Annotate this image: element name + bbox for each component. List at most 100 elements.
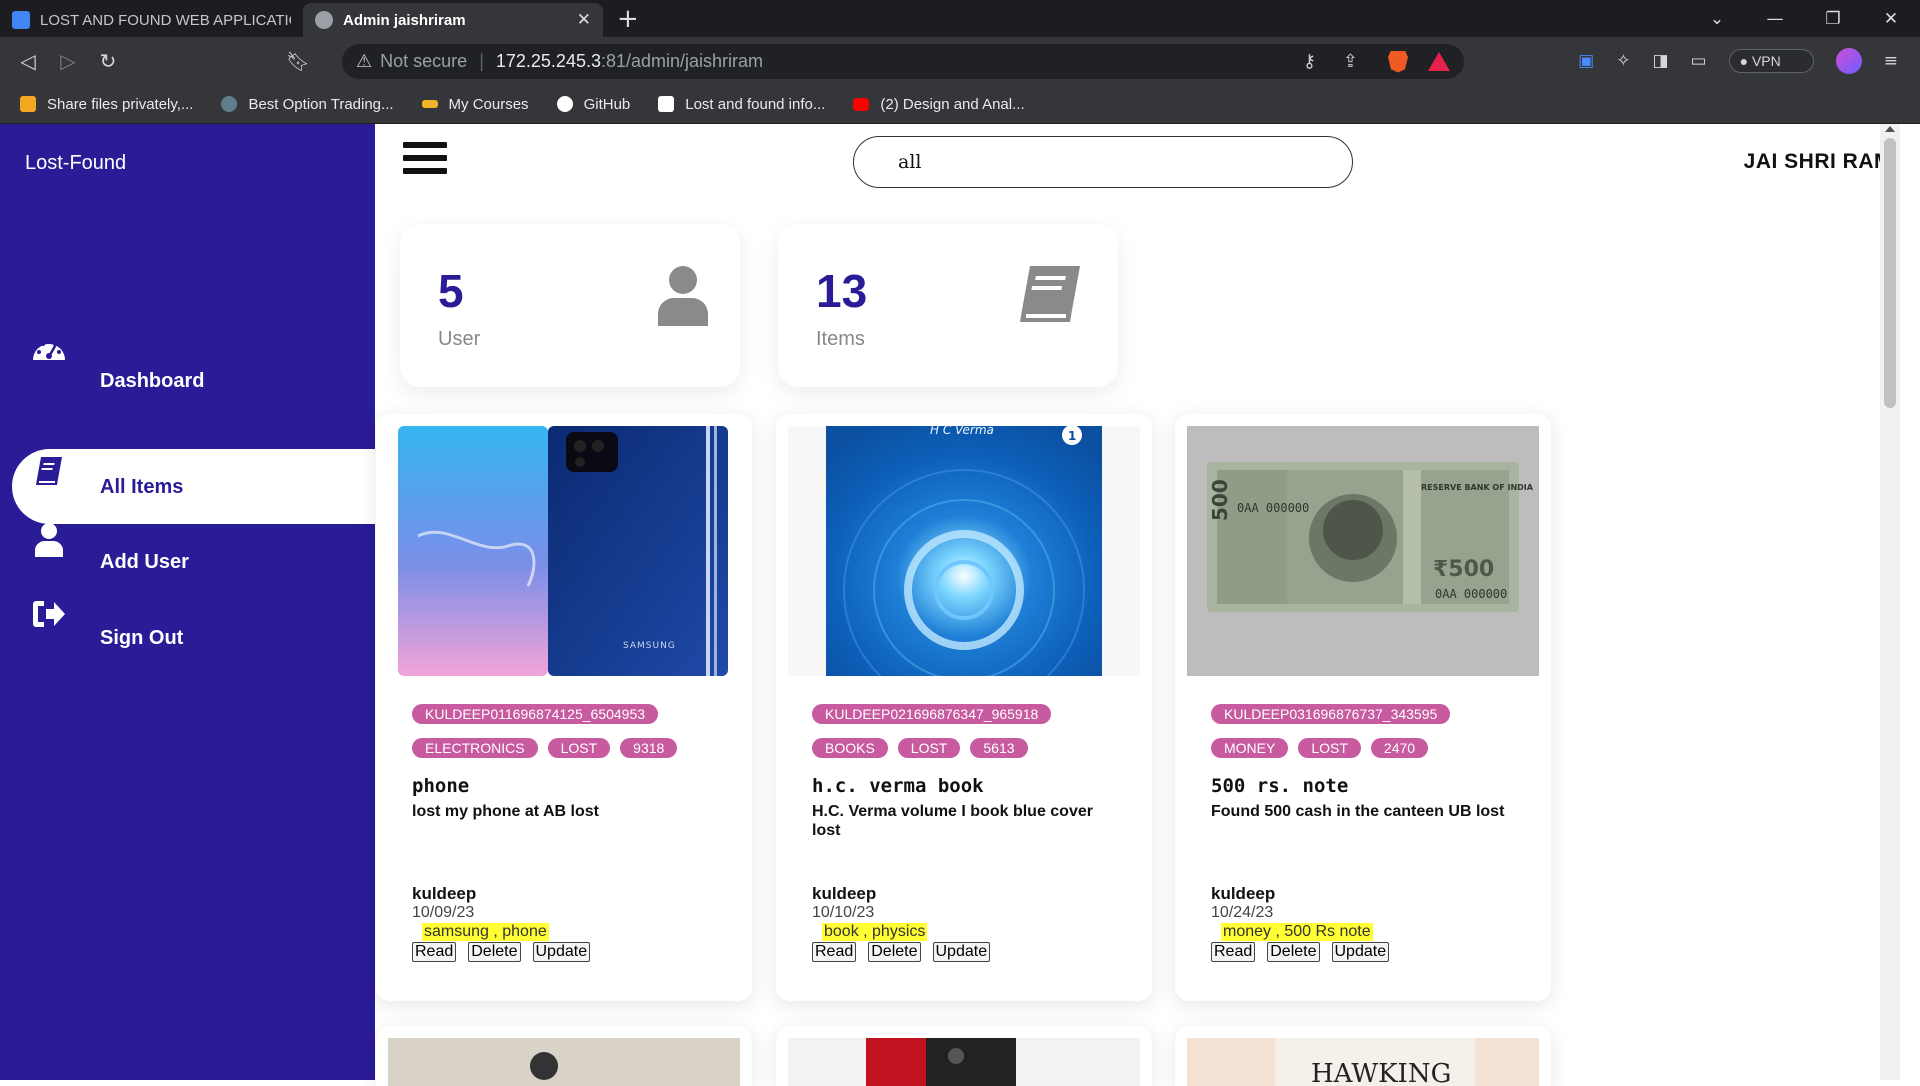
update-button[interactable]: Update <box>1331 942 1390 962</box>
key-icon[interactable]: ⚷ <box>1303 51 1316 72</box>
item-keywords: samsung , phone <box>422 923 549 941</box>
note-value-text: ₹500 <box>1433 557 1494 582</box>
url-path: :81/admin/jaishriram <box>600 51 764 71</box>
item-actions: Read Delete Update <box>412 942 591 962</box>
bookmark-favicon-icon <box>658 96 675 112</box>
bookmark-item[interactable]: GitHub <box>556 96 630 113</box>
extension-icon[interactable]: ▣ <box>1578 51 1594 71</box>
stat-value: 13 <box>816 265 868 317</box>
svg-text:0AA 000000: 0AA 000000 <box>1237 501 1309 515</box>
back-button[interactable]: ◁ <box>8 49 48 73</box>
item-image: SAMSUNG <box>388 426 740 676</box>
book-cover-volume: 1 <box>1068 429 1076 443</box>
brave-rewards-icon[interactable] <box>1428 52 1450 71</box>
item-description: H.C. Verma volume I book blue cover lost <box>812 803 1093 839</box>
sidebar-item-label: Dashboard <box>100 370 205 392</box>
bookmark-favicon-icon <box>221 96 238 112</box>
category-badge: BOOKS <box>812 738 888 758</box>
bookmark-favicon-icon <box>20 96 36 112</box>
warning-icon[interactable]: ⚠ <box>356 51 372 72</box>
bookmark-item[interactable]: (2) Design and Anal... <box>853 96 1025 113</box>
bookmark-icon[interactable]: 🔖︎ <box>286 50 316 73</box>
youtube-icon <box>853 97 870 111</box>
read-button[interactable]: Read <box>812 942 857 962</box>
main-content: JAI SHRI RAM 5 User 13 Items <box>375 124 1900 1086</box>
tab-lost-and-found[interactable]: LOST AND FOUND WEB APPLICATION <box>0 3 303 37</box>
vpn-button[interactable]: ● VPN <box>1728 49 1814 73</box>
minimize-button[interactable]: — <box>1746 9 1804 29</box>
tab-admin[interactable]: Admin jaishriram ✕ <box>303 3 603 37</box>
read-button[interactable]: Read <box>1211 942 1256 962</box>
stat-card-users: 5 User <box>400 224 740 387</box>
delete-button[interactable]: Delete <box>468 942 521 962</box>
scrollbar-thumb[interactable] <box>1884 138 1896 408</box>
item-image: H C Verma 1 <box>788 426 1140 676</box>
svg-text:500: 500 <box>1208 479 1232 521</box>
close-tab-icon[interactable]: ✕ <box>577 10 591 30</box>
tab-title: Admin jaishriram <box>343 11 466 29</box>
status-badge: LOST <box>897 738 961 758</box>
update-button[interactable]: Update <box>932 942 991 962</box>
item-id-badge: KULDEEP011696874125_6504953 <box>412 704 659 724</box>
item-title: 500 rs. note <box>1211 775 1349 797</box>
item-date: 10/10/23 <box>812 904 875 921</box>
bookmark-item[interactable]: Lost and found info... <box>658 96 825 113</box>
close-window-button[interactable]: ✕ <box>1862 9 1920 29</box>
scroll-up-icon[interactable] <box>1885 126 1895 132</box>
bookmark-item[interactable]: My Courses <box>421 96 529 113</box>
forward-button[interactable]: ▷ <box>48 49 88 73</box>
item-actions: Read Delete Update <box>1211 942 1390 962</box>
sidebar-item-sign-out[interactable]: Sign Out <box>0 599 375 674</box>
page-scrollbar[interactable] <box>1880 124 1900 1080</box>
gauge-icon <box>31 334 67 372</box>
restore-button[interactable]: ❐ <box>1804 9 1862 29</box>
sidebar-item-dashboard[interactable]: Dashboard <box>0 342 375 429</box>
browser-tabstrip: LOST AND FOUND WEB APPLICATION Admin jai… <box>0 0 1920 37</box>
stat-label: Items <box>816 328 865 350</box>
item-card-partial <box>376 1026 752 1086</box>
username-label: JAI SHRI RAM <box>1743 150 1892 173</box>
item-card: H C Verma 1 KULDEEP021696876347_965918 B… <box>776 414 1152 1001</box>
category-badge: ELECTRONICS <box>412 738 538 758</box>
globe-favicon-icon <box>315 11 333 29</box>
item-description: Found 500 cash in the canteen UB lost <box>1211 803 1505 820</box>
brave-shield-icon[interactable] <box>1388 50 1408 73</box>
share-icon[interactable]: ⇪ <box>1343 51 1358 72</box>
item-card: 500 ₹500 RESERVE BANK OF INDIA 0AA 00000… <box>1175 414 1551 1001</box>
puzzle-icon[interactable]: ✧ <box>1616 51 1630 71</box>
security-label: Not secure <box>380 51 468 71</box>
read-button[interactable]: Read <box>412 942 457 962</box>
address-bar[interactable]: ⚠ Not secure | 172.25.245.3:81/admin/jai… <box>342 44 1464 79</box>
book-icon <box>1016 264 1082 328</box>
profile-avatar[interactable] <box>1835 48 1862 74</box>
bookmarks-bar: Share files privately,... Best Option Tr… <box>0 85 1920 124</box>
sidebar-item-label: Sign Out <box>100 627 184 649</box>
bookmark-item[interactable]: Share files privately,... <box>20 96 193 113</box>
category-badge: MONEY <box>1211 738 1289 758</box>
item-keywords: book , physics <box>822 923 928 941</box>
sidebar-item-all-items[interactable]: All Items <box>12 449 375 524</box>
delete-button[interactable]: Delete <box>1267 942 1320 962</box>
github-icon <box>556 96 573 112</box>
delete-button[interactable]: Delete <box>868 942 921 962</box>
bookmark-item[interactable]: Best Option Trading... <box>221 96 394 113</box>
item-id-badge: KULDEEP021696876347_965918 <box>812 704 1052 724</box>
stat-card-items: 13 Items <box>778 224 1118 387</box>
menu-toggle-icon[interactable] <box>403 142 447 180</box>
item-description: lost my phone at AB lost <box>412 803 599 820</box>
menu-icon[interactable]: ≡ <box>1884 51 1898 71</box>
reload-button[interactable]: ↻ <box>88 49 128 73</box>
item-title: phone <box>412 775 470 797</box>
update-button[interactable]: Update <box>532 942 591 962</box>
wallet-icon[interactable]: ▭ <box>1691 51 1707 71</box>
sidebar-item-add-user[interactable]: Add User <box>0 523 375 599</box>
tab-search-icon[interactable]: ⌄ <box>1688 9 1746 29</box>
sidebar-toggle-icon[interactable]: ◨ <box>1652 51 1668 71</box>
item-image <box>788 1038 1140 1086</box>
new-tab-button[interactable]: + <box>617 4 639 34</box>
tag-row: KULDEEP021696876347_965918 <box>812 704 1052 724</box>
bookmark-favicon-icon <box>421 100 438 108</box>
search-input[interactable] <box>853 136 1353 188</box>
tab-title: LOST AND FOUND WEB APPLICATION <box>40 11 291 29</box>
stat-value: 5 <box>438 265 464 317</box>
